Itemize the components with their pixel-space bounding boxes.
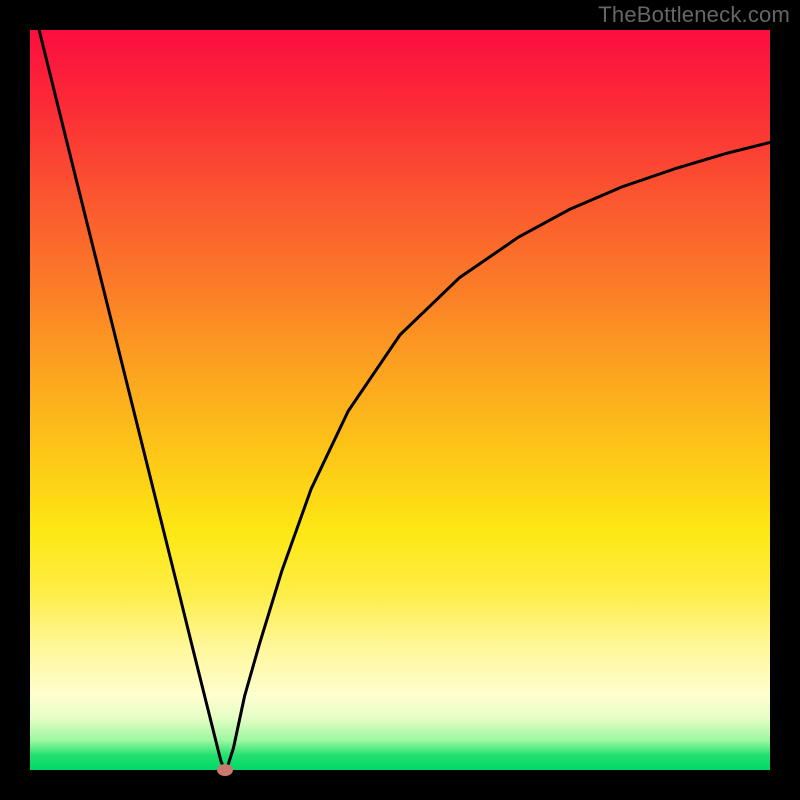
plot-area — [30, 30, 770, 770]
min-point-marker — [217, 764, 233, 776]
curve-svg — [30, 30, 770, 770]
chart-frame: TheBottleneck.com — [0, 0, 800, 800]
watermark-text: TheBottleneck.com — [598, 2, 790, 28]
bottleneck-curve — [30, 30, 770, 770]
